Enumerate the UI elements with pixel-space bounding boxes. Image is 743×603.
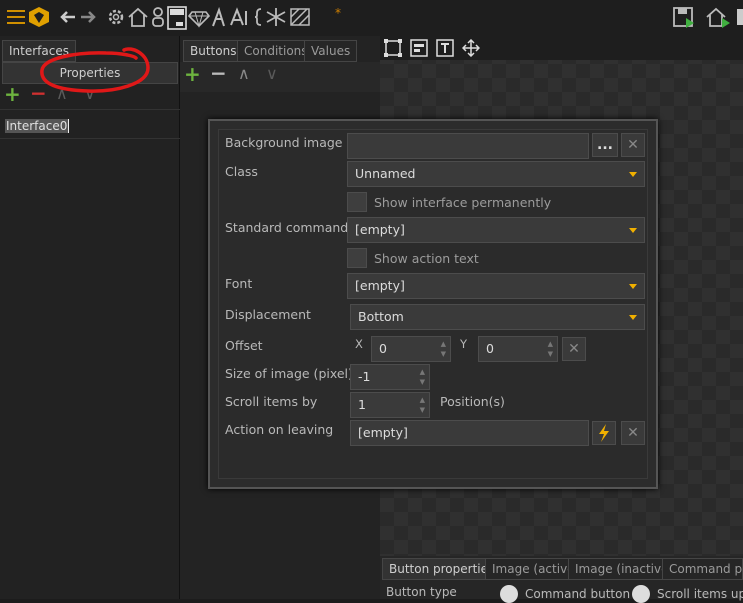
spin-up-icon[interactable]: ▲ [441, 340, 446, 348]
undo-icon[interactable] [58, 6, 78, 28]
close-icon: ✕ [568, 341, 580, 357]
select-frame-icon[interactable] [384, 39, 402, 60]
browse-button[interactable]: ... [592, 133, 618, 157]
spin-down-icon[interactable]: ▼ [420, 406, 425, 414]
chevron-down-icon[interactable]: ∨ [266, 64, 278, 83]
chevron-up-icon[interactable]: ∧ [238, 64, 250, 83]
tab-command-properties[interactable]: Command pro [662, 558, 743, 580]
font-dropdown[interactable]: [empty] [347, 273, 645, 299]
move-icon[interactable] [461, 38, 481, 60]
character-icon[interactable] [149, 6, 167, 28]
edit-action-button[interactable] [592, 421, 616, 445]
close-icon: ✕ [627, 137, 639, 153]
app-logo-icon [28, 6, 50, 28]
scroll-items-input[interactable]: 1 ▲ ▼ [350, 392, 430, 418]
button-properties-panel: Button properties Image (active) Image (… [380, 556, 743, 603]
add-icon[interactable]: + [4, 82, 21, 106]
standard-command-value: [empty] [355, 222, 405, 237]
scroll-items-value: 1 [358, 397, 366, 412]
remove-button-icon[interactable]: − [210, 61, 227, 85]
size-of-image-label: Size of image (pixel) [225, 366, 353, 381]
font-label: Font [225, 276, 253, 291]
size-of-image-value: -1 [358, 369, 371, 384]
dropdown-arrow-icon [629, 315, 637, 320]
tab-conditions[interactable]: Conditions [237, 40, 315, 62]
class-dropdown[interactable]: Unnamed [347, 161, 645, 187]
window-edge-icon [737, 6, 743, 28]
settings-gear-icon[interactable] [104, 6, 128, 28]
list-item[interactable]: Interface0 [0, 117, 180, 139]
save-icon[interactable] [672, 6, 696, 28]
offset-y-label: Y [460, 337, 468, 351]
spin-down-icon[interactable]: ▼ [548, 350, 553, 358]
clear-action-button[interactable]: ✕ [621, 421, 645, 445]
offset-label: Offset [225, 338, 263, 353]
tab-buttons[interactable]: Buttons [183, 40, 244, 62]
interfaces-panel: Interfaces Properties + − ∧ ∨ Interface0 [0, 36, 180, 599]
dropdown-arrow-icon [629, 228, 637, 233]
add-button-icon[interactable]: + [184, 62, 201, 86]
text-icon[interactable] [228, 6, 250, 28]
scroll-items-label: Scroll items by [225, 394, 318, 409]
action-on-leaving-field[interactable]: [empty] [350, 420, 589, 446]
positions-label: Position(s) [440, 394, 505, 409]
scroll-items-radio[interactable] [632, 585, 650, 603]
particles-icon[interactable] [264, 6, 288, 28]
spin-up-icon[interactable]: ▲ [420, 396, 425, 404]
show-permanently-label: Show interface permanently [374, 195, 552, 210]
spin-up-icon[interactable]: ▲ [420, 368, 425, 376]
home-icon[interactable] [127, 6, 149, 28]
tab-values[interactable]: Values [304, 40, 358, 62]
font-value: [empty] [355, 278, 405, 293]
button-type-label: Button type [386, 585, 457, 599]
text-frame-icon[interactable] [436, 39, 454, 60]
standard-command-label: Standard command [225, 220, 349, 235]
spin-up-icon[interactable]: ▲ [548, 340, 553, 348]
size-of-image-input[interactable]: -1 ▲ ▼ [350, 364, 430, 390]
show-action-text-checkbox[interactable] [347, 248, 367, 268]
run-home-icon[interactable] [705, 6, 731, 28]
dropdown-arrow-icon [629, 284, 637, 289]
menu-icon[interactable] [6, 6, 28, 28]
displacement-dropdown[interactable]: Bottom [350, 304, 645, 330]
offset-x-value: 0 [379, 341, 387, 356]
main-toolbar: * [0, 0, 743, 36]
action-on-leaving-label: Action on leaving [225, 422, 334, 437]
spin-down-icon[interactable]: ▼ [441, 350, 446, 358]
displacement-value: Bottom [358, 309, 404, 324]
offset-x-input[interactable]: 0 ▲ ▼ [371, 336, 451, 362]
clear-background-image-button[interactable]: ✕ [621, 133, 645, 157]
class-value: Unnamed [355, 166, 416, 181]
show-permanently-checkbox[interactable] [347, 192, 367, 212]
window-frame-icon[interactable] [410, 39, 428, 60]
class-label: Class [225, 164, 258, 179]
close-icon: ✕ [627, 425, 639, 441]
annotation-circle [40, 47, 150, 93]
offset-y-input[interactable]: 0 ▲ ▼ [478, 336, 558, 362]
background-image-field[interactable] [347, 133, 589, 159]
spin-down-icon[interactable]: ▼ [420, 378, 425, 386]
walk-icon[interactable] [210, 6, 228, 28]
interfaces-icon[interactable] [167, 6, 187, 30]
show-action-text-label: Show action text [374, 251, 479, 266]
interface-name-label[interactable]: Interface0 [5, 119, 70, 133]
command-button-radio[interactable] [500, 585, 518, 603]
tab-button-properties[interactable]: Button properties [382, 558, 502, 580]
lightning-icon [597, 424, 611, 446]
unsaved-marker: * [335, 6, 341, 20]
interface-properties-dialog: Background image ... ✕ Class Unnamed Sho… [208, 119, 658, 489]
standard-command-dropdown[interactable]: [empty] [347, 217, 645, 243]
diamond-icon[interactable] [187, 6, 211, 28]
clear-offset-button[interactable]: ✕ [562, 337, 586, 361]
offset-y-value: 0 [486, 341, 494, 356]
dropdown-arrow-icon [629, 172, 637, 177]
offset-x-label: X [355, 337, 363, 351]
background-image-label: Background image [225, 135, 343, 150]
light-icon[interactable] [288, 6, 312, 28]
redo-icon[interactable] [78, 6, 98, 28]
displacement-label: Displacement [225, 307, 311, 322]
